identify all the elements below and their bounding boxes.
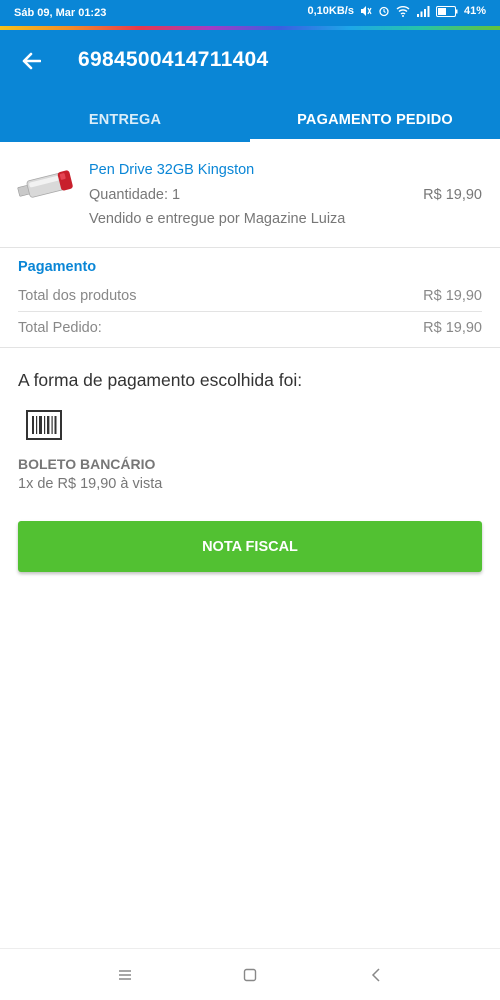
summary-label: Total dos produtos — [18, 287, 137, 304]
nota-fiscal-button[interactable]: NOTA FISCAL — [18, 521, 482, 572]
product-price: R$ 19,90 — [423, 187, 482, 203]
payment-method-heading: A forma de pagamento escolhida foi: — [18, 370, 303, 390]
home-nav-button[interactable] — [236, 961, 264, 989]
product-seller: Vendido e entregue por Magazine Luiza — [89, 211, 346, 227]
summary-label: Total Pedido: — [18, 320, 102, 336]
product-quantity: Quantidade: 1 — [89, 187, 181, 203]
battery-icon — [435, 5, 458, 17]
tab-pagamento-pedido[interactable]: PAGAMENTO PEDIDO — [250, 98, 500, 142]
square-icon — [243, 968, 257, 982]
arrow-left-icon — [22, 52, 41, 70]
network-speed: 0,10KB/s — [307, 5, 354, 17]
summary-value: R$ 19,90 — [423, 287, 482, 304]
signal-icon — [416, 6, 430, 17]
payment-method-name: BOLETO BANCÁRIO — [18, 456, 156, 472]
order-number-title: 6984500414711404 — [78, 48, 269, 71]
back-nav-button[interactable] — [362, 961, 390, 989]
battery-level: 41% — [463, 5, 486, 17]
system-nav-bar — [0, 948, 500, 1000]
app-bar: 6984500414711404 ENTREGA PAGAMENTO PEDID… — [0, 30, 500, 142]
chevron-left-icon — [371, 968, 380, 982]
menu-icon — [119, 970, 131, 980]
tab-bar: ENTREGA PAGAMENTO PEDIDO — [0, 98, 500, 142]
alarm-icon — [379, 6, 389, 17]
usb-drive-icon — [17, 170, 73, 198]
summary-value: R$ 19,90 — [423, 320, 482, 336]
payment-section-title: Pagamento — [18, 259, 97, 275]
summary-row-order-total: Total Pedido: R$ 19,90 — [18, 312, 482, 344]
tab-entrega[interactable]: ENTREGA — [0, 98, 250, 142]
status-bar: Sáb 09, Mar 01:23 0,10KB/s 41% — [0, 0, 500, 26]
payment-installment: 1x de R$ 19,90 à vista — [18, 476, 163, 492]
product-item: Pen Drive 32GB Kingston Quantidade: 1 R$… — [0, 142, 500, 248]
back-button[interactable] — [14, 44, 48, 78]
mute-icon — [360, 6, 372, 16]
product-name[interactable]: Pen Drive 32GB Kingston — [89, 162, 254, 178]
status-icons: 0,10KB/s 41% — [307, 5, 486, 17]
payment-summary: Pagamento Total dos produtos R$ 19,90 To… — [0, 248, 500, 348]
barcode-icon — [26, 410, 62, 440]
status-time: Sáb 09, Mar 01:23 — [14, 7, 107, 19]
wifi-icon — [396, 6, 410, 17]
menu-nav-button[interactable] — [111, 961, 139, 989]
summary-row-products-total: Total dos produtos R$ 19,90 — [18, 280, 482, 312]
